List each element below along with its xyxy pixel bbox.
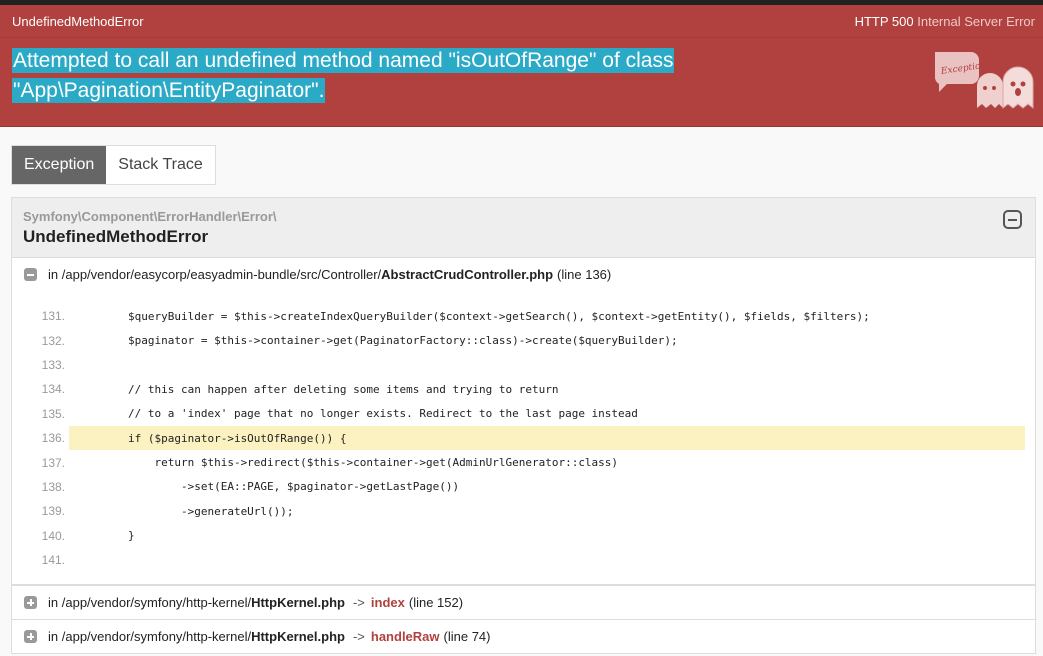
trace-path: /app/vendor/symfony/http-kernel/ (61, 629, 252, 645)
trace-function: index (370, 595, 405, 611)
exception-panel: Symfony\Component\ErrorHandler\Error\ Un… (11, 197, 1036, 655)
trace-frame-header[interactable]: in /app/vendor/easycorp/easyadmin-bundle… (12, 258, 1035, 291)
expand-icon[interactable] (24, 596, 37, 610)
line-number: 139. (41, 504, 65, 519)
line-number: 131. (41, 309, 65, 324)
line-number: 136. (41, 431, 65, 446)
code-line: 135. // to a 'index' page that no longer… (12, 402, 1025, 426)
code-line: 137. return $this->redirect($this->conta… (12, 450, 1025, 474)
trace-path: /app/vendor/easycorp/easyadmin-bundle/sr… (61, 267, 382, 282)
exception-header: Symfony\Component\ErrorHandler\Error\ Un… (12, 198, 1035, 258)
code-line: 133. (12, 353, 1025, 377)
code-text: $queryBuilder = $this->createIndexQueryB… (75, 309, 870, 323)
code-text: return $this->redirect($this->container-… (75, 456, 619, 470)
exception-message-line1: Attempted to call an undefined method na… (12, 48, 675, 73)
trace-frame-header[interactable]: in /app/vendor/symfony/http-kernel/HttpK… (12, 586, 1035, 619)
line-number: 140. (41, 528, 65, 543)
exception-class: UndefinedMethodError (23, 227, 209, 246)
code-line: 138. ->set(EA::PAGE, $paginator->getLast… (12, 475, 1025, 499)
line-number: 133. (41, 357, 65, 372)
line-number: 141. (41, 553, 65, 568)
exception-namespace: Symfony\Component\ErrorHandler\Error\ (23, 209, 277, 224)
code-text: // to a 'index' page that no longer exis… (75, 407, 638, 421)
trace-line-info: (line 152) (408, 595, 464, 611)
trace-frame: in /app/vendor/symfony/http-kernel/HttpK… (12, 586, 1035, 621)
ghost-exception-icon: Exception! (934, 52, 1034, 110)
expand-icon[interactable] (24, 630, 37, 644)
trace-arrow: -> (352, 629, 365, 645)
collapse-icon[interactable] (24, 268, 37, 281)
code-text: ->set(EA::PAGE, $paginator->getLastPage(… (75, 480, 460, 494)
line-number: 137. (41, 455, 65, 470)
code-text: if ($paginator->isOutOfRange()) { (69, 425, 1025, 451)
exception-message-banner: Attempted to call an undefined method na… (0, 37, 1043, 127)
status-text: Internal Server Error (917, 13, 1035, 29)
trace-file: HttpKernel.php (251, 629, 345, 645)
code-line: 139. ->generateUrl()); (12, 499, 1025, 523)
code-line: 132. $paginator = $this->container->get(… (12, 328, 1025, 352)
exception-name: UndefinedMethodError (12, 13, 144, 29)
tab-exception[interactable]: Exception (12, 146, 107, 184)
code-line: 141. (12, 548, 1025, 572)
exception-message: Attempted to call an undefined method na… (12, 46, 692, 106)
code-line: 134. // this can happen after deleting s… (12, 377, 1025, 401)
tab-stack-trace[interactable]: Stack Trace (106, 146, 214, 184)
trace-line-info: (line 74) (443, 629, 491, 645)
trace-prefix: in (48, 595, 59, 611)
code-excerpt: 131. $queryBuilder = $this->createIndexQ… (12, 291, 1035, 586)
trace-path: /app/vendor/symfony/http-kernel/ (61, 595, 252, 611)
code-line: 140. } (12, 524, 1025, 548)
line-number: 135. (41, 406, 65, 421)
trace-frame-header[interactable]: in /app/vendor/symfony/http-kernel/HttpK… (12, 620, 1035, 653)
trace-arrow: -> (352, 595, 365, 611)
code-text: } (75, 529, 135, 543)
trace-prefix: in (48, 629, 59, 645)
trace-file: HttpKernel.php (251, 595, 345, 611)
trace-frame: in /app/vendor/easycorp/easyadmin-bundle… (12, 258, 1035, 587)
code-text: // this can happen after deleting some i… (75, 382, 559, 396)
http-status: HTTP 500 Internal Server Error (855, 14, 1035, 29)
trace-frame: in /app/vendor/symfony/http-kernel/HttpK… (12, 620, 1035, 653)
line-number: 132. (41, 333, 65, 348)
line-number: 138. (41, 479, 65, 494)
error-header: UndefinedMethodError HTTP 500 Internal S… (0, 5, 1043, 37)
trace-function: handleRaw (370, 629, 440, 645)
code-text: $paginator = $this->container->get(Pagin… (75, 334, 678, 348)
code-line: 131. $queryBuilder = $this->createIndexQ… (12, 304, 1025, 328)
exception-message-line2: "App\Pagination\EntityPaginator". (12, 78, 326, 103)
tab-bar: Exception Stack Trace (11, 145, 216, 185)
trace-file: AbstractCrudController.php (381, 267, 554, 282)
collapse-toggle-icon[interactable] (1003, 210, 1022, 229)
trace-line-info: (line 136) (557, 267, 612, 282)
code-line-highlighted: 136. if ($paginator->isOutOfRange()) { (12, 425, 1025, 451)
code-text: ->generateUrl()); (75, 504, 294, 518)
line-number: 134. (41, 382, 65, 397)
trace-prefix: in (48, 267, 59, 282)
status-code: HTTP 500 (854, 13, 914, 29)
